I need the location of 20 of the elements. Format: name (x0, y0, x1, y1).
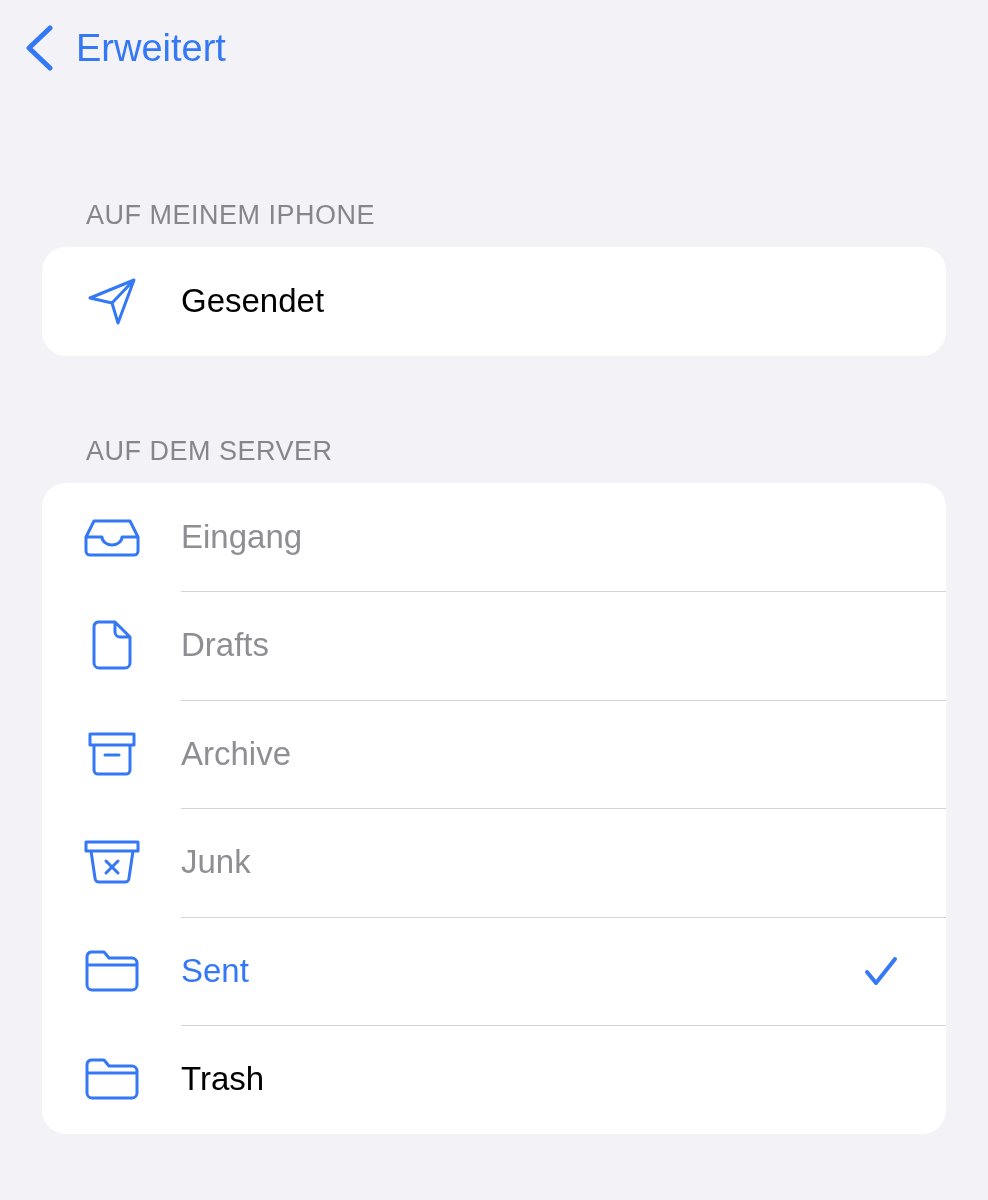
section-header: AUF DEM SERVER (85, 435, 334, 467)
folder-label: Gesendet (181, 282, 326, 321)
junk-box-icon (82, 839, 141, 886)
folder-row[interactable]: Gesendet (42, 247, 946, 356)
folder-label: Junk (181, 843, 252, 882)
checkmark-icon (864, 955, 898, 986)
folder-icon (84, 1058, 139, 1101)
folder-label: Eingang (181, 517, 304, 556)
folder-label: Drafts (181, 626, 270, 665)
folder-row[interactable]: Trash (42, 1025, 946, 1134)
archive-box-icon (86, 730, 137, 777)
folder-icon (84, 949, 139, 992)
document-icon (91, 620, 132, 671)
back-button[interactable]: Erweitert (24, 25, 226, 71)
folder-label: Trash (181, 1060, 266, 1099)
folder-label: Archive (181, 734, 293, 773)
section-header: AUF MEINEM IPHONE (85, 200, 377, 231)
chevron-left-icon (24, 25, 54, 71)
folder-label: Sent (181, 951, 250, 990)
folder-row[interactable]: Sent (42, 916, 946, 1025)
